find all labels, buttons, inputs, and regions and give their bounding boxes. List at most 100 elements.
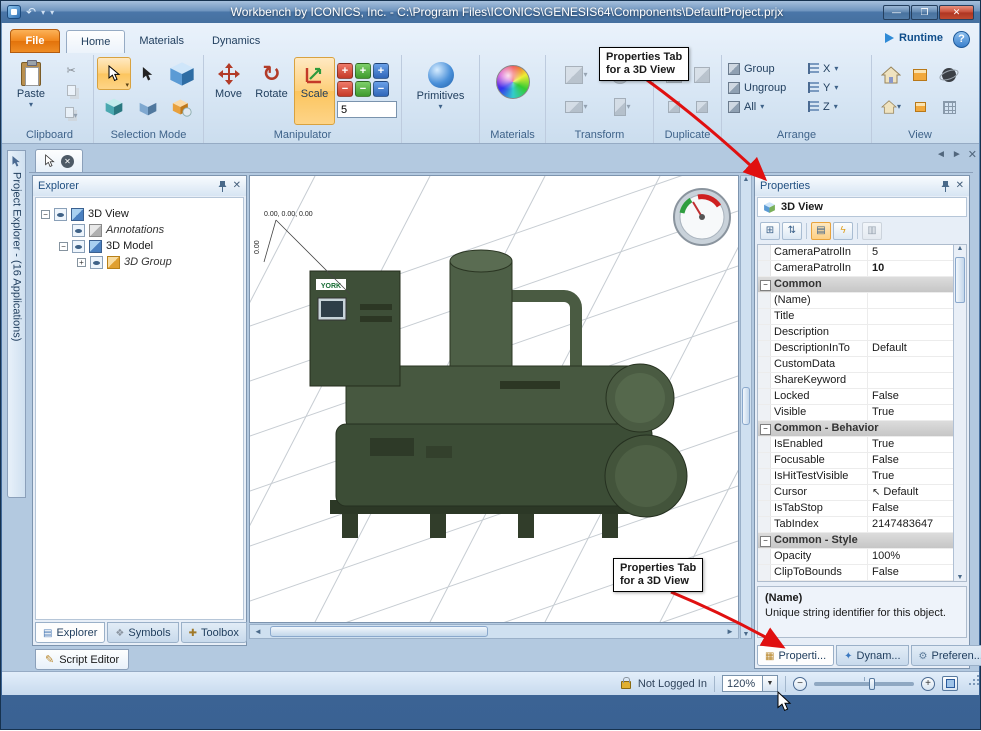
resize-grip[interactable] <box>969 683 971 685</box>
property-value[interactable] <box>868 309 953 324</box>
runtime-button[interactable]: Runtime <box>885 32 943 44</box>
tree-item[interactable]: + 3D Group <box>36 254 243 270</box>
x-plus-button[interactable]: + <box>337 63 353 79</box>
layout-button[interactable] <box>906 91 935 123</box>
viewport-vertical-scrollbar[interactable]: ▲ ▼ <box>740 175 752 639</box>
manipulator-step-input[interactable] <box>337 101 397 118</box>
cube-mode-button[interactable] <box>97 90 131 123</box>
pin-icon[interactable] <box>941 181 950 192</box>
align-y-button[interactable]: Y▾ <box>808 78 864 97</box>
z-plus-button[interactable]: + <box>373 63 389 79</box>
visibility-eye-icon[interactable] <box>72 224 85 237</box>
property-row[interactable]: TabIndex 2147483647 <box>758 517 953 533</box>
property-value[interactable]: 10 <box>868 261 953 276</box>
materials-button[interactable] <box>496 65 530 99</box>
paste-button[interactable]: Paste ▾ <box>9 57 53 125</box>
property-row[interactable]: IsHitTestVisible True <box>758 469 953 485</box>
tree-expander-icon[interactable]: − <box>41 210 50 219</box>
select-3d-cube-button[interactable] <box>165 57 199 90</box>
property-row[interactable]: IsTabStop False <box>758 501 953 517</box>
chevron-down-icon[interactable]: ▼ <box>762 676 777 691</box>
tree-item[interactable]: − 3D View <box>36 206 243 222</box>
properties-view-button[interactable]: ▤ <box>811 222 831 240</box>
property-value[interactable]: Default <box>868 341 953 356</box>
zoom-combo[interactable]: 120% ▼ <box>722 675 778 692</box>
property-row[interactable]: CameraPatrolIn 10 <box>758 261 953 277</box>
file-tab[interactable]: File <box>10 29 60 53</box>
property-row[interactable]: IsEnabled True <box>758 437 953 453</box>
panel-tab[interactable]: Explorer <box>35 622 105 643</box>
panels-button[interactable] <box>906 59 935 91</box>
ungroup-button[interactable]: Ungroup <box>728 78 802 97</box>
close-button[interactable]: ✕ <box>939 5 974 20</box>
pointer-tool-button[interactable] <box>131 57 165 90</box>
property-row[interactable]: Locked False <box>758 389 953 405</box>
scroll-tabs-right-icon[interactable]: ► <box>952 149 962 160</box>
help-button[interactable]: ? <box>953 31 970 48</box>
scroll-thumb[interactable] <box>955 257 965 303</box>
property-value[interactable]: Default <box>868 485 953 500</box>
clone-button[interactable] <box>688 91 716 123</box>
set-home-view-button[interactable]: ▾ <box>877 91 906 123</box>
group-button[interactable]: Group <box>728 59 802 78</box>
scroll-down-icon[interactable]: ▼ <box>741 631 751 638</box>
project-explorer-side-tab[interactable]: Project Explorer - (16 Applications) <box>7 150 26 498</box>
property-row[interactable]: ShareKeyword <box>758 373 953 389</box>
document-tab[interactable]: ✕ <box>35 149 83 172</box>
property-value[interactable]: 100% <box>868 549 953 564</box>
mirror-button[interactable] <box>688 59 716 91</box>
property-value[interactable]: False <box>868 453 953 468</box>
scroll-left-icon[interactable]: ◄ <box>250 627 266 636</box>
y-plus-button[interactable]: + <box>355 63 371 79</box>
tree-item[interactable]: Annotations <box>36 222 243 238</box>
property-value[interactable]: True <box>868 469 953 484</box>
align-z-button[interactable]: Z▾ <box>808 97 864 116</box>
ungroup-all-button[interactable]: All▾ <box>728 97 802 116</box>
visibility-eye-icon[interactable] <box>72 240 85 253</box>
select-tool-button[interactable]: ▾ <box>97 57 131 90</box>
scroll-down-icon[interactable]: ▼ <box>954 574 966 581</box>
scroll-up-icon[interactable]: ▲ <box>741 176 751 183</box>
transform-revolve-button[interactable]: ▾ <box>554 91 600 123</box>
property-value[interactable]: False <box>868 501 953 516</box>
panel-tab[interactable]: Preferen... <box>911 645 981 666</box>
property-row[interactable]: Opacity 100% <box>758 549 953 565</box>
home-view-button[interactable] <box>877 59 906 91</box>
paste-special-button[interactable]: ▾ <box>60 105 82 125</box>
zoom-in-button[interactable]: + <box>921 677 935 691</box>
qat-dropdown-icon[interactable]: ▾ <box>41 8 45 17</box>
property-row[interactable]: Common - Behavior <box>758 421 953 437</box>
property-value[interactable]: False <box>868 389 953 404</box>
property-row[interactable]: Title <box>758 309 953 325</box>
minimize-button[interactable]: — <box>883 5 910 20</box>
property-row[interactable]: CameraPatrolIn 5 <box>758 245 953 261</box>
ribbon-tab[interactable]: Dynamics <box>198 30 274 53</box>
property-row[interactable]: ClipToBounds False <box>758 565 953 581</box>
property-value[interactable] <box>868 325 953 340</box>
close-panel-icon[interactable]: ✕ <box>233 181 241 191</box>
property-row[interactable]: Focusable False <box>758 453 953 469</box>
undo-icon[interactable]: ↶ <box>26 6 36 18</box>
y-minus-button[interactable]: − <box>355 81 371 97</box>
property-pages-button[interactable]: ▥ <box>862 222 882 240</box>
align-x-button[interactable]: X▾ <box>808 59 864 78</box>
vertical-scroll-thumb[interactable] <box>742 387 750 425</box>
maximize-button[interactable]: ❐ <box>911 5 938 20</box>
visibility-eye-icon[interactable] <box>54 208 67 221</box>
property-value[interactable]: False <box>868 565 953 580</box>
property-value[interactable]: True <box>868 405 953 420</box>
zoom-slider-thumb[interactable] <box>869 678 875 690</box>
viewport-horizontal-scrollbar[interactable]: ◄ ► <box>249 624 739 639</box>
scroll-up-icon[interactable]: ▲ <box>954 245 966 252</box>
property-value[interactable]: 5 <box>868 245 953 260</box>
move-button[interactable]: Move <box>208 57 249 125</box>
pin-icon[interactable] <box>218 181 227 192</box>
property-row[interactable]: Common - Style <box>758 533 953 549</box>
property-value[interactable] <box>868 373 953 388</box>
close-panel-icon[interactable]: ✕ <box>956 181 964 191</box>
zoom-out-button[interactable]: − <box>793 677 807 691</box>
property-row[interactable]: Visible True <box>758 405 953 421</box>
property-row[interactable]: (Name) <box>758 293 953 309</box>
transform-shape-button[interactable]: ▾ <box>554 59 600 91</box>
cube-sphere-mode-button[interactable] <box>165 90 199 123</box>
